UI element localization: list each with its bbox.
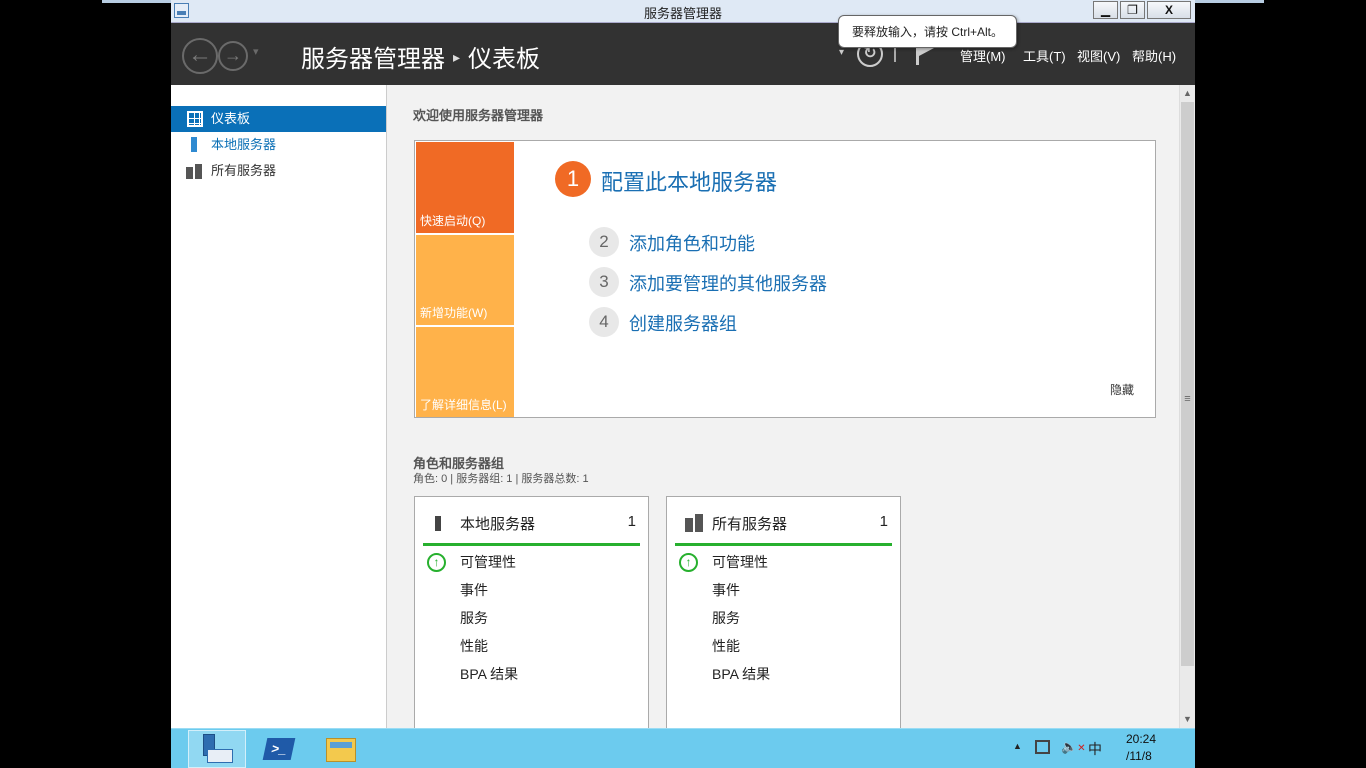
hide-link[interactable]: 隐藏: [1110, 381, 1134, 398]
input-method-indicator[interactable]: 中: [1088, 739, 1102, 759]
clock-date[interactable]: /11/8: [1126, 749, 1152, 763]
configure-local-server-link[interactable]: 配置此本地服务器: [601, 165, 777, 197]
sidebar-item-label: 本地服务器: [211, 137, 277, 152]
title-bar[interactable]: 服务器管理器 ▁ ❐ X: [171, 0, 1195, 23]
breadcrumb-root[interactable]: 服务器管理器: [301, 46, 445, 73]
scroll-grip-icon: ≡: [1184, 393, 1191, 405]
status-bar: [423, 543, 640, 546]
server-manager-window: 服务器管理器 ▁ ❐ X 要释放输入，请按 Ctrl+Alt。 ← → ▾ 服务…: [171, 0, 1195, 768]
create-server-group-link[interactable]: 创建服务器组: [629, 310, 737, 336]
menu-tools[interactable]: 工具(T): [1023, 46, 1066, 65]
scroll-down-icon[interactable]: ▼: [1180, 711, 1195, 728]
roles-summary: 角色: 0 | 服务器组: 1 | 服务器总数: 1: [413, 473, 589, 485]
card-title[interactable]: 所有服务器: [712, 513, 787, 534]
scroll-up-icon[interactable]: ▲: [1180, 85, 1195, 102]
card-row-events[interactable]: 事件: [712, 580, 740, 600]
volume-muted-icon[interactable]: 🔈✕: [1061, 739, 1086, 755]
sidebar: 仪表板 本地服务器 所有服务器: [171, 85, 387, 728]
step-1-number: 1: [555, 161, 591, 197]
tile-quick-start[interactable]: 快速启动(Q): [416, 142, 514, 233]
card-row-performance[interactable]: 性能: [712, 636, 740, 656]
step-3-number: 3: [589, 267, 619, 297]
status-up-arrow-icon: ↑: [679, 553, 698, 572]
card-row-bpa-results[interactable]: BPA 结果: [712, 664, 770, 684]
sidebar-item-label: 仪表板: [211, 111, 251, 126]
welcome-heading: 欢迎使用服务器管理器: [413, 108, 544, 123]
tile-whats-new[interactable]: 新增功能(W): [416, 235, 514, 325]
card-count: 1: [879, 513, 888, 530]
sidebar-item-label: 所有服务器: [211, 163, 277, 178]
status-up-arrow-icon: ↑: [427, 553, 446, 572]
file-explorer-icon[interactable]: [312, 730, 370, 768]
clock-time[interactable]: 20:24: [1126, 732, 1156, 746]
back-arrow-icon[interactable]: ←: [182, 38, 218, 74]
dashboard-grid-icon: [187, 111, 203, 127]
server-icon: [191, 137, 197, 152]
taskbar: >_ ▲ 🔈✕ 中 20:24 /11/8: [171, 728, 1195, 768]
release-input-tooltip: 要释放输入，请按 Ctrl+Alt。: [838, 15, 1017, 48]
scroll-thumb[interactable]: ≡: [1181, 102, 1194, 666]
window-title: 服务器管理器: [643, 6, 722, 21]
sidebar-item-local-server[interactable]: 本地服务器: [171, 132, 386, 158]
show-hidden-icons-icon[interactable]: ▲: [1013, 741, 1022, 751]
card-count: 1: [627, 513, 636, 530]
breadcrumb-dropdown-icon[interactable]: ▾: [839, 47, 844, 58]
card-title[interactable]: 本地服务器: [460, 513, 535, 534]
breadcrumb: 服务器管理器 ▸ 仪表板: [301, 39, 540, 74]
network-icon[interactable]: [1035, 740, 1050, 754]
servers-icon: [186, 164, 203, 179]
minimize-button[interactable]: ▁: [1093, 1, 1118, 19]
card-row-services[interactable]: 服务: [460, 608, 488, 628]
add-other-servers-link[interactable]: 添加要管理的其他服务器: [629, 270, 827, 296]
vertical-scrollbar[interactable]: ▲ ≡ ▼: [1179, 85, 1195, 728]
quickstart-panel: 快速启动(Q) 新增功能(W) 了解详细信息(L) 1 配置此本地服务器 2 添…: [414, 140, 1156, 418]
card-row-manageability[interactable]: 可管理性: [712, 552, 768, 572]
dashboard-content: 欢迎使用服务器管理器 快速启动(Q) 新增功能(W) 了解详细信息(L) 1 配…: [387, 85, 1179, 728]
forward-arrow-icon[interactable]: →: [218, 41, 248, 71]
powershell-icon[interactable]: >_: [250, 730, 308, 768]
status-bar: [675, 543, 892, 546]
screen: 服务器管理器 ▁ ❐ X 要释放输入，请按 Ctrl+Alt。 ← → ▾ 服务…: [0, 0, 1366, 768]
breadcrumb-current: 仪表板: [468, 46, 541, 73]
breadcrumb-separator-icon: ▸: [453, 49, 461, 65]
card-row-manageability[interactable]: 可管理性: [460, 552, 516, 572]
menu-help[interactable]: 帮助(H): [1132, 46, 1176, 65]
card-row-services[interactable]: 服务: [712, 608, 740, 628]
tile-learn-more[interactable]: 了解详细信息(L): [416, 327, 514, 417]
history-dropdown-icon[interactable]: ▾: [253, 45, 259, 58]
sidebar-item-dashboard[interactable]: 仪表板: [171, 106, 386, 132]
card-all-servers[interactable]: 所有服务器 1 ↑ 可管理性 事件 服务 性能 BPA 结果: [666, 496, 901, 728]
card-local-server[interactable]: 本地服务器 1 ↑ 可管理性 事件 服务 性能 BPA 结果: [414, 496, 649, 728]
sidebar-item-all-servers[interactable]: 所有服务器: [171, 158, 386, 184]
card-row-performance[interactable]: 性能: [460, 636, 488, 656]
header-bar: ← → ▾ 服务器管理器 ▸ 仪表板 ▾ ↻ 管理(M) 工具(T) 视图(V) 帮…: [171, 23, 1195, 85]
server-manager-icon[interactable]: [188, 730, 246, 768]
step-2-number: 2: [589, 227, 619, 257]
menu-view[interactable]: 视图(V): [1077, 46, 1120, 65]
card-row-events[interactable]: 事件: [460, 580, 488, 600]
restore-button[interactable]: ❐: [1120, 1, 1145, 19]
step-4-number: 4: [589, 307, 619, 337]
card-row-bpa-results[interactable]: BPA 结果: [460, 664, 518, 684]
close-button[interactable]: X: [1147, 1, 1191, 19]
add-roles-features-link[interactable]: 添加角色和功能: [629, 230, 755, 256]
